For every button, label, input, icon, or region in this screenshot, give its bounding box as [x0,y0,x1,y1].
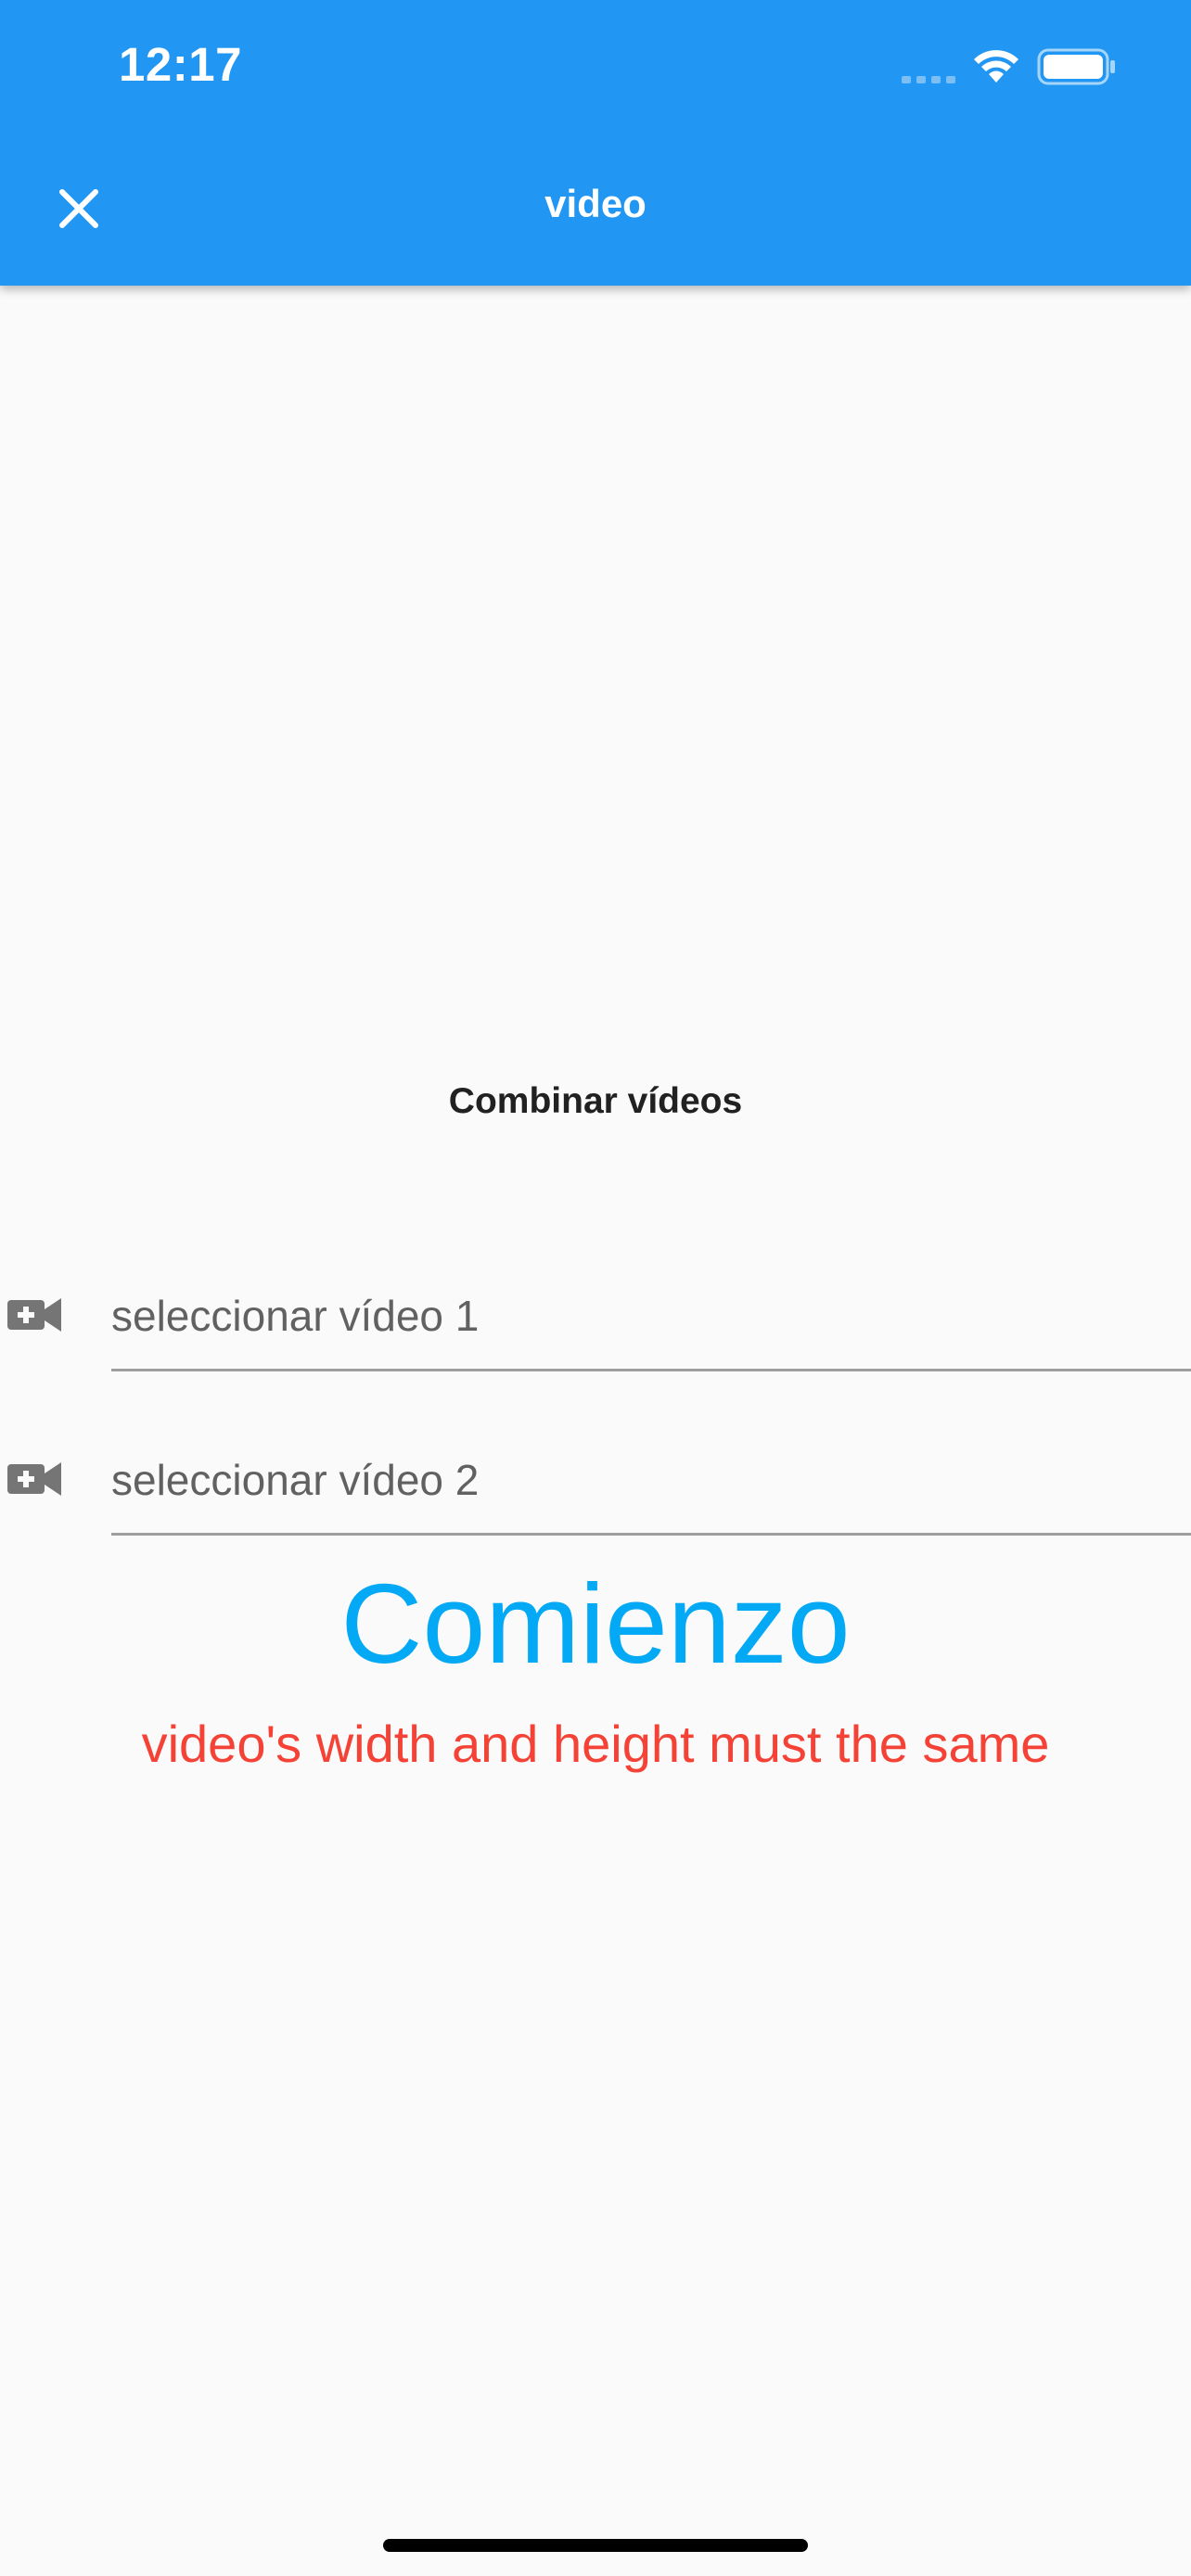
field-underline [111,1533,1191,1536]
battery-icon [1037,48,1115,85]
wifi-icon [974,50,1018,83]
start-button[interactable]: Comienzo [0,1558,1191,1690]
select-video-2-field[interactable]: seleccionar vídeo 2 [0,1423,1191,1536]
app-bar-title: video [544,182,647,225]
warning-text: video's width and height must the same [141,1715,1050,1773]
cellular-signal-icon [902,76,955,83]
home-indicator[interactable] [383,2539,808,2552]
status-bar-time: 12:17 [119,38,242,91]
select-video-1-label[interactable]: seleccionar vídeo 1 [111,1291,479,1341]
video-camera-add-icon[interactable] [7,1296,61,1333]
video-camera-add-icon[interactable] [7,1460,61,1498]
field-underline [111,1369,1191,1371]
app-bar: 12:17 video [0,0,1191,286]
select-video-2-label[interactable]: seleccionar vídeo 2 [111,1455,479,1505]
select-video-1-field[interactable]: seleccionar vídeo 1 [0,1259,1191,1371]
section-title: Combinar vídeos [448,1081,743,1121]
